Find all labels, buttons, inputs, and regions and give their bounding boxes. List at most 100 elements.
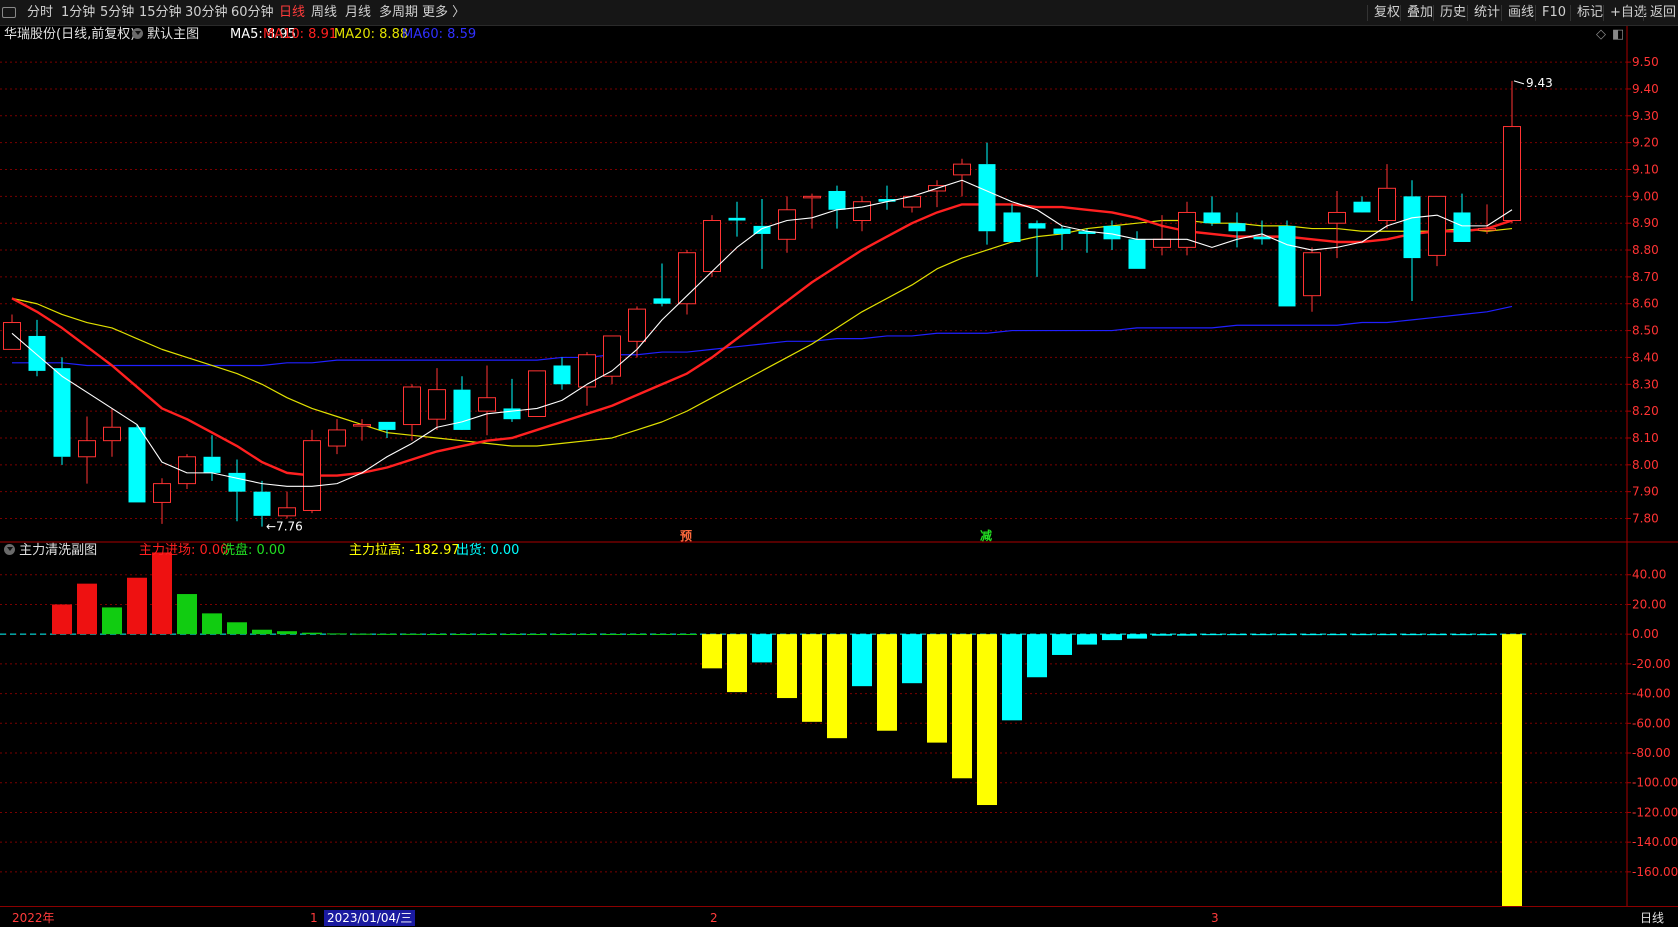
indicator-bar bbox=[52, 604, 72, 635]
indicator-bar bbox=[1177, 634, 1197, 636]
indicator-bar bbox=[802, 634, 822, 722]
candle-body bbox=[528, 370, 546, 418]
period-tab-monthly[interactable]: 月线 bbox=[345, 5, 371, 21]
candle-body bbox=[578, 354, 596, 388]
candle-body bbox=[828, 190, 846, 210]
indicator-bar bbox=[427, 634, 447, 636]
indicator-bar bbox=[902, 634, 922, 684]
stats-button[interactable]: 统计 bbox=[1467, 5, 1500, 21]
candle-body bbox=[228, 472, 246, 492]
candle-body bbox=[1428, 195, 1446, 256]
price-tick-label: 9.10 bbox=[1632, 163, 1659, 177]
indicator-bar bbox=[977, 634, 997, 806]
main-chart-label: 默认主图 bbox=[147, 27, 200, 42]
indicator-bar bbox=[277, 631, 297, 635]
date-axis-bar: 2022年 1 2023/01/04/三 2 3 日线 bbox=[0, 906, 1678, 927]
indicator-bar bbox=[1427, 634, 1447, 636]
price-tick-label: 9.00 bbox=[1632, 189, 1659, 203]
candle-body bbox=[1478, 228, 1496, 231]
period-tab-5min[interactable]: 5分钟 bbox=[100, 5, 134, 21]
candle-body bbox=[478, 397, 496, 412]
indicator-bar bbox=[327, 633, 347, 635]
indicator-bar bbox=[702, 634, 722, 669]
kline-chart: 7.80 7.90 8.00 8.10 8.20 8.30 8.40 8.50 8.60 8.70… bbox=[0, 26, 1678, 906]
indicator-bar bbox=[1352, 634, 1372, 636]
price-markers: 9.43 ←7.76 bbox=[266, 76, 1553, 534]
window-icon[interactable] bbox=[2, 7, 16, 18]
period-tab-daily[interactable]: 日线 bbox=[279, 5, 305, 21]
indicator-bar bbox=[727, 634, 747, 693]
candle-body bbox=[28, 335, 46, 371]
cursor-date-label: 2023/01/04/三 bbox=[324, 910, 416, 926]
ch-legend: 出货: 0.00 bbox=[456, 543, 520, 558]
candle-body bbox=[953, 163, 971, 176]
period-tab-1min[interactable]: 1分钟 bbox=[61, 5, 95, 21]
period-tab-30min[interactable]: 30分钟 bbox=[185, 5, 228, 21]
indicator-bar bbox=[1377, 634, 1397, 636]
candle-body bbox=[1028, 223, 1046, 229]
period-tab-weekly[interactable]: 周线 bbox=[311, 5, 337, 21]
candle-body bbox=[378, 421, 396, 430]
indicator-bar bbox=[1152, 634, 1172, 636]
add-favorite-button[interactable]: +自选 bbox=[1603, 5, 1647, 21]
main-grid bbox=[0, 26, 1678, 906]
indicator-bar bbox=[377, 633, 397, 635]
sub-chart-selector[interactable]: 主力清洗副图 bbox=[4, 543, 97, 559]
candle-body bbox=[1203, 212, 1221, 224]
candle-body bbox=[1328, 211, 1346, 224]
year-label: 2022年 bbox=[12, 911, 55, 925]
mark-button[interactable]: 标记 bbox=[1570, 5, 1603, 21]
candle-body bbox=[1128, 239, 1146, 269]
price-tick-label: 7.90 bbox=[1632, 485, 1659, 499]
high-price-marker: 9.43 bbox=[1526, 76, 1553, 90]
indicator-bar bbox=[1402, 634, 1422, 636]
ma60-series bbox=[12, 305, 1513, 367]
panel-toggle-icon[interactable]: ◧ bbox=[1612, 27, 1624, 43]
indicator-bar bbox=[602, 634, 622, 636]
period-tab-multi[interactable]: 多周期 bbox=[379, 5, 418, 21]
diamond-icon[interactable]: ◇ bbox=[1596, 27, 1606, 43]
price-tick-label: 8.20 bbox=[1632, 404, 1659, 418]
overlay-button[interactable]: 叠加 bbox=[1400, 5, 1433, 21]
main-chart-selector[interactable]: 默认主图 bbox=[132, 27, 199, 43]
ma20-legend: MA20: 8.88 bbox=[334, 27, 409, 42]
price-tick-label: 8.60 bbox=[1632, 297, 1659, 311]
indicator-bar bbox=[577, 634, 597, 636]
stock-title[interactable]: 华瑞股份(日线,前复权) bbox=[4, 27, 135, 43]
indicator-bar bbox=[952, 634, 972, 779]
dropdown-circle-icon[interactable] bbox=[4, 544, 15, 555]
candle-body bbox=[553, 365, 571, 385]
indicator-bar bbox=[1227, 634, 1247, 636]
candle-body bbox=[203, 456, 221, 473]
indicator-tick-label: 20.00 bbox=[1632, 597, 1666, 611]
indicator-bar bbox=[752, 634, 772, 663]
indicator-tick-label: -120.00 bbox=[1632, 805, 1678, 819]
back-button[interactable]: 返回 bbox=[1643, 5, 1676, 21]
history-button[interactable]: 历史 bbox=[1433, 5, 1466, 21]
dropdown-circle-icon[interactable] bbox=[132, 28, 143, 39]
indicator-bar bbox=[627, 634, 647, 636]
f10-button[interactable]: F10 bbox=[1535, 5, 1566, 21]
candle-body bbox=[428, 389, 446, 420]
price-axis: 7.80 7.90 8.00 8.10 8.20 8.30 8.40 8.50 8.60 8.70… bbox=[1627, 55, 1659, 526]
fuquan-button[interactable]: 复权 bbox=[1367, 5, 1400, 21]
candle-body bbox=[328, 429, 346, 447]
candle-body bbox=[1303, 252, 1321, 297]
indicator-bar bbox=[1327, 634, 1347, 636]
price-tick-label: 8.00 bbox=[1632, 458, 1659, 472]
signal-jian: 减 bbox=[980, 529, 993, 543]
indicator-bar bbox=[552, 634, 572, 636]
indicator-bar bbox=[1452, 634, 1472, 636]
price-tick-label: 8.80 bbox=[1632, 243, 1659, 257]
period-tab-60min[interactable]: 60分钟 bbox=[231, 5, 274, 21]
period-label[interactable]: 日线 bbox=[1640, 910, 1664, 926]
period-tab-15min[interactable]: 15分钟 bbox=[139, 5, 182, 21]
draw-button[interactable]: 画线 bbox=[1501, 5, 1534, 21]
candle-body bbox=[703, 220, 721, 273]
candle-body bbox=[978, 164, 996, 232]
candle-body bbox=[128, 427, 146, 503]
period-tab-more[interactable]: 更多 〉 bbox=[422, 5, 465, 21]
indicator-tick-label: 40.00 bbox=[1632, 568, 1666, 582]
period-tab-fenshi[interactable]: 分时 bbox=[27, 5, 53, 21]
price-tick-label: 9.30 bbox=[1632, 109, 1659, 123]
